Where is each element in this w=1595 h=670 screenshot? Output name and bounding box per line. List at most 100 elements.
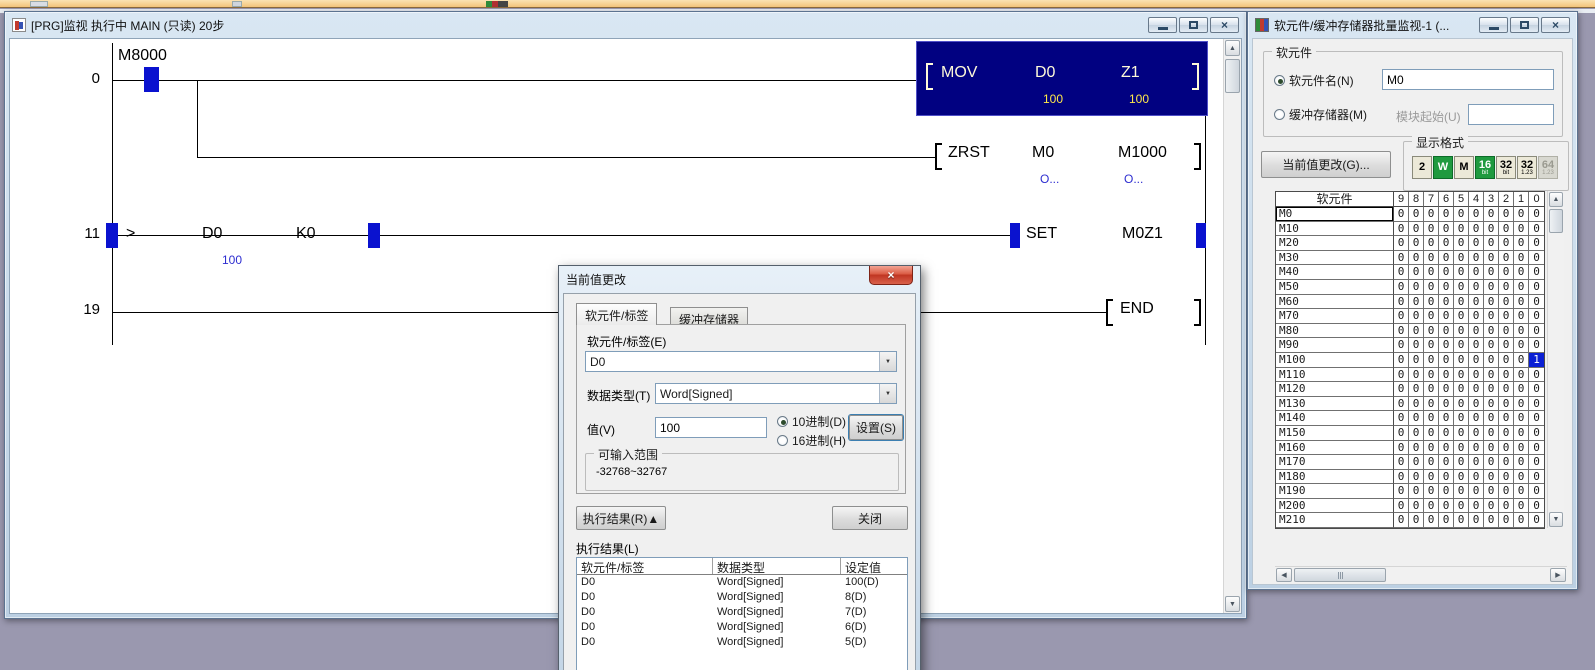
monitor-bit-cell[interactable]: 0 (1409, 411, 1424, 426)
monitor-device-cell[interactable]: M60 (1276, 295, 1394, 310)
monitor-device-cell[interactable]: M200 (1276, 499, 1394, 514)
monitor-bit-cell[interactable]: 0 (1529, 251, 1544, 266)
set-bracket-right[interactable] (1196, 223, 1206, 248)
monitor-bit-cell[interactable]: 0 (1409, 499, 1424, 514)
monitor-device-cell[interactable]: M120 (1276, 382, 1394, 397)
monitor-bit-cell[interactable]: 0 (1469, 397, 1484, 412)
data-type-combobox[interactable]: Word[Signed] ▼ (655, 383, 897, 404)
monitor-device-cell[interactable]: M100 (1276, 353, 1394, 368)
value-input[interactable] (655, 417, 767, 438)
monitor-bit-cell[interactable]: 0 (1484, 338, 1499, 353)
scroll-down-button[interactable]: ▼ (1225, 596, 1240, 612)
monitor-bit-cell[interactable]: 0 (1469, 411, 1484, 426)
monitor-bit-cell[interactable]: 0 (1499, 251, 1514, 266)
monitor-bit-cell[interactable]: 0 (1394, 265, 1409, 280)
monitor-bit-cell[interactable]: 0 (1499, 441, 1514, 456)
monitor-bit-cell[interactable]: 0 (1424, 207, 1439, 222)
monitor-bit-cell[interactable]: 0 (1454, 499, 1469, 514)
format-button[interactable]: 16bit (1475, 156, 1495, 179)
monitor-bit-cell[interactable]: 0 (1529, 324, 1544, 339)
monitor-hscrollbar[interactable]: ◀ ▶ (1275, 566, 1567, 583)
monitor-device-cell[interactable]: M90 (1276, 338, 1394, 353)
monitor-bit-cell[interactable]: 0 (1484, 441, 1499, 456)
monitor-bit-cell[interactable]: 0 (1409, 324, 1424, 339)
monitor-device-cell[interactable]: M110 (1276, 368, 1394, 383)
monitor-bit-cell[interactable]: 0 (1424, 397, 1439, 412)
monitor-bit-cell[interactable]: 0 (1409, 426, 1424, 441)
monitor-bit-cell[interactable]: 0 (1529, 309, 1544, 324)
dialog-close-action-button[interactable]: 关闭 (832, 506, 908, 530)
scroll-down-button[interactable]: ▼ (1549, 512, 1563, 527)
monitor-bit-cell[interactable]: 0 (1514, 455, 1529, 470)
monitor-bit-cell[interactable]: 0 (1454, 484, 1469, 499)
monitor-bit-cell[interactable]: 0 (1469, 470, 1484, 485)
monitor-bit-cell[interactable]: 0 (1394, 295, 1409, 310)
monitor-bit-cell[interactable]: 0 (1439, 309, 1454, 324)
monitor-bit-cell[interactable]: 0 (1514, 513, 1529, 528)
panel-titlebar[interactable]: 软元件/缓冲存储器批量监视-1 (... × (1249, 13, 1576, 37)
monitor-bit-cell[interactable]: 0 (1409, 207, 1424, 222)
monitor-bit-cell[interactable]: 0 (1499, 309, 1514, 324)
monitor-bit-cell[interactable]: 0 (1424, 251, 1439, 266)
device-name-input[interactable] (1382, 69, 1554, 90)
monitor-bit-cell[interactable]: 0 (1394, 207, 1409, 222)
monitor-bit-cell[interactable]: 0 (1469, 484, 1484, 499)
scroll-up-button[interactable]: ▲ (1225, 40, 1240, 56)
monitor-bit-cell[interactable]: 0 (1454, 280, 1469, 295)
monitor-bit-cell[interactable]: 0 (1469, 368, 1484, 383)
monitor-bit-cell[interactable]: 0 (1514, 324, 1529, 339)
monitor-bit-cell[interactable]: 0 (1439, 455, 1454, 470)
monitor-bit-cell[interactable]: 0 (1514, 309, 1529, 324)
monitor-bit-cell[interactable]: 0 (1499, 368, 1514, 383)
monitor-bit-cell[interactable]: 0 (1394, 397, 1409, 412)
monitor-bit-cell[interactable]: 0 (1394, 513, 1409, 528)
monitor-bit-cell[interactable]: 0 (1499, 397, 1514, 412)
monitor-bit-cell[interactable]: 0 (1469, 353, 1484, 368)
buffer-memory-radio[interactable]: 缓冲存储器(M) (1274, 106, 1367, 123)
monitor-device-cell[interactable]: M30 (1276, 251, 1394, 266)
monitor-bit-cell[interactable]: 0 (1394, 455, 1409, 470)
monitor-bit-cell[interactable]: 0 (1484, 207, 1499, 222)
monitor-bit-cell[interactable]: 0 (1439, 441, 1454, 456)
monitor-bit-cell[interactable]: 0 (1424, 265, 1439, 280)
monitor-bit-cell[interactable]: 0 (1409, 353, 1424, 368)
monitor-bit-cell[interactable]: 0 (1454, 353, 1469, 368)
monitor-bit-cell[interactable]: 0 (1409, 280, 1424, 295)
monitor-bit-cell[interactable]: 0 (1424, 324, 1439, 339)
monitor-bit-cell[interactable]: 0 (1394, 324, 1409, 339)
monitor-bit-cell[interactable]: 0 (1499, 484, 1514, 499)
monitor-bit-cell[interactable]: 0 (1439, 382, 1454, 397)
set-bracket-left[interactable] (1010, 223, 1020, 248)
monitor-bit-cell[interactable]: 0 (1424, 426, 1439, 441)
monitor-bit-cell[interactable]: 0 (1484, 309, 1499, 324)
monitor-bit-cell[interactable]: 0 (1484, 499, 1499, 514)
monitor-bit-cell[interactable]: 0 (1439, 513, 1454, 528)
monitor-bit-cell[interactable]: 0 (1484, 265, 1499, 280)
monitor-bit-cell[interactable]: 0 (1484, 382, 1499, 397)
monitor-bit-cell[interactable]: 0 (1409, 222, 1424, 237)
monitor-bit-cell[interactable]: 0 (1409, 484, 1424, 499)
monitor-bit-cell[interactable]: 0 (1439, 411, 1454, 426)
monitor-bit-cell[interactable]: 0 (1529, 470, 1544, 485)
monitor-bit-cell[interactable]: 0 (1409, 382, 1424, 397)
monitor-bit-cell[interactable]: 0 (1424, 368, 1439, 383)
monitor-bit-cell[interactable]: 0 (1469, 426, 1484, 441)
maximize-button[interactable] (1179, 17, 1208, 33)
monitor-device-cell[interactable]: M80 (1276, 324, 1394, 339)
monitor-bit-cell[interactable]: 0 (1394, 222, 1409, 237)
contact-m8000[interactable] (144, 67, 159, 92)
monitor-device-cell[interactable]: M210 (1276, 513, 1394, 528)
monitor-bit-cell[interactable]: 0 (1394, 368, 1409, 383)
monitor-bit-cell[interactable]: 0 (1499, 499, 1514, 514)
monitor-bit-cell[interactable]: 0 (1454, 368, 1469, 383)
monitor-device-cell[interactable]: M10 (1276, 222, 1394, 237)
monitor-bit-cell[interactable]: 0 (1529, 265, 1544, 280)
monitor-bit-cell[interactable]: 0 (1469, 382, 1484, 397)
monitor-bit-cell[interactable]: 0 (1424, 295, 1439, 310)
monitor-bit-cell[interactable]: 0 (1514, 499, 1529, 514)
monitor-device-cell[interactable]: M130 (1276, 397, 1394, 412)
monitor-bit-cell[interactable]: 0 (1514, 484, 1529, 499)
monitor-bit-cell[interactable]: 0 (1529, 426, 1544, 441)
monitor-bit-cell[interactable]: 0 (1514, 470, 1529, 485)
close-button[interactable]: × (1541, 17, 1570, 33)
